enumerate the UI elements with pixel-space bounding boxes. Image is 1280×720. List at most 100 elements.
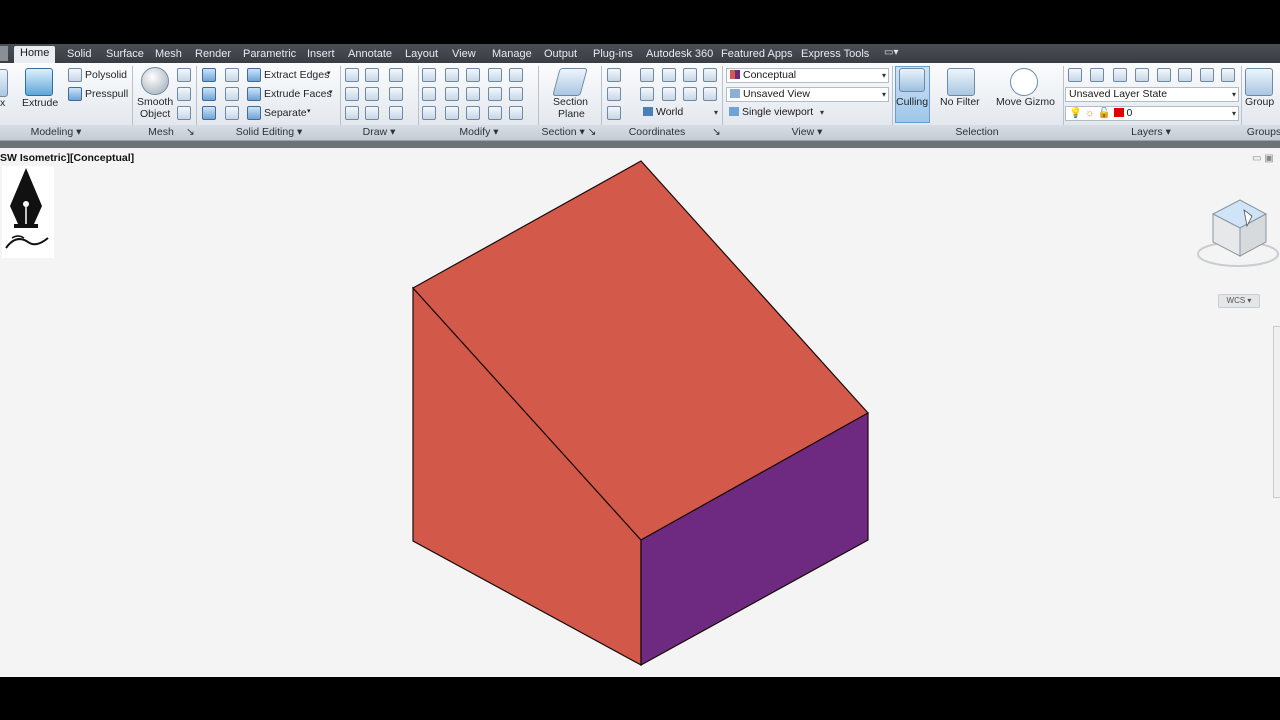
modify-tool-icon[interactable] — [488, 68, 502, 82]
smooth-object-label-2[interactable]: Object — [140, 108, 170, 120]
line-icon[interactable] — [365, 87, 379, 101]
mesh-tool-icon[interactable] — [177, 68, 191, 82]
solid-edit-icon[interactable] — [225, 87, 239, 101]
move-gizmo-icon[interactable] — [1010, 68, 1038, 96]
no-filter-label[interactable]: No Filter — [940, 96, 980, 108]
current-layer-select[interactable]: 💡 ☼ 🔓 0 ▾ — [1065, 106, 1239, 121]
ucs-tool-icon[interactable] — [640, 68, 654, 82]
panel-title-mesh[interactable]: Mesh — [146, 126, 176, 139]
union-icon[interactable] — [202, 68, 216, 82]
modify-tool-icon[interactable] — [422, 87, 436, 101]
panel-title-section[interactable]: Section ▾ ↘ — [540, 126, 598, 139]
panel-title-coordinates[interactable]: Coordinates — [626, 126, 688, 139]
line-icon[interactable] — [345, 87, 359, 101]
polyline-icon[interactable] — [345, 68, 359, 82]
ellipse-icon[interactable] — [389, 106, 403, 120]
modify-tool-icon[interactable] — [488, 87, 502, 101]
panel-title-solid-editing[interactable]: Solid Editing ▾ — [233, 126, 305, 139]
group-icon[interactable] — [1245, 68, 1273, 96]
box-icon[interactable] — [0, 69, 8, 97]
solid-edit-icon[interactable] — [225, 68, 239, 82]
tab-output[interactable]: Output — [538, 47, 583, 63]
array-icon[interactable] — [509, 106, 523, 120]
layer-tool-icon[interactable] — [1157, 68, 1171, 82]
visual-style-select[interactable]: Conceptual ▾ — [726, 68, 889, 83]
polysolid-icon[interactable] — [68, 68, 82, 82]
tab-annotate[interactable]: Annotate — [342, 47, 398, 63]
erase-icon[interactable] — [422, 106, 436, 120]
dropdown-arrow-icon[interactable]: ▾ — [307, 107, 311, 115]
wcs-menu-button[interactable]: WCS ▾ — [1218, 294, 1260, 308]
solid-edit-icon[interactable] — [225, 106, 239, 120]
rotate-icon[interactable] — [466, 87, 480, 101]
layer-tool-icon[interactable] — [1178, 68, 1192, 82]
tab-layout[interactable]: Layout — [399, 47, 444, 63]
tab-home[interactable]: Home — [14, 46, 56, 63]
layer-state-select[interactable]: Unsaved Layer State ▾ — [1065, 87, 1239, 102]
circle-icon[interactable] — [389, 87, 403, 101]
separate-icon[interactable] — [247, 106, 261, 120]
ucs-tool-icon[interactable] — [640, 87, 654, 101]
ucs-tool-icon[interactable] — [683, 68, 697, 82]
ucs-icon[interactable] — [607, 87, 621, 101]
tab-plug-ins[interactable]: Plug-ins — [587, 47, 639, 63]
navigation-bar-edge[interactable] — [1273, 326, 1280, 498]
app-menu-edge[interactable] — [0, 46, 8, 61]
smooth-object-icon[interactable] — [141, 67, 169, 95]
modify-tool-icon[interactable] — [445, 87, 459, 101]
layer-tool-icon[interactable] — [1221, 68, 1235, 82]
draw-tool-icon[interactable] — [365, 68, 379, 82]
separate-button[interactable]: Separate — [264, 107, 307, 119]
panel-title-draw[interactable]: Draw ▾ — [360, 126, 398, 139]
extract-edges-icon[interactable] — [247, 68, 261, 82]
saved-view-select[interactable]: Unsaved View ▾ — [726, 87, 889, 102]
tab-manage[interactable]: Manage — [486, 47, 538, 63]
move-gizmo-label[interactable]: Move Gizmo — [996, 96, 1055, 108]
viewport-window-controls[interactable]: ▭ ▣ — [1252, 153, 1274, 164]
layer-tool-icon[interactable] — [1090, 68, 1104, 82]
viewport-config-select[interactable]: Single viewport ▾ — [726, 106, 826, 121]
section-plane-label-1[interactable]: Section — [553, 96, 588, 108]
layer-tool-icon[interactable] — [1113, 68, 1127, 82]
tab-mesh[interactable]: Mesh — [149, 47, 188, 63]
ucs-tool-icon[interactable] — [703, 87, 717, 101]
extract-edges-button[interactable]: Extract Edges — [264, 69, 329, 81]
extrude-icon[interactable] — [25, 68, 53, 96]
extrude-faces-button[interactable]: Extrude Faces — [264, 88, 332, 100]
ribbon-minimize-icon[interactable]: ▭▾ — [884, 47, 898, 58]
tab-express-tools[interactable]: Express Tools — [795, 47, 875, 63]
tab-insert[interactable]: Insert — [301, 47, 341, 63]
no-filter-icon[interactable] — [947, 68, 975, 96]
extrude-label[interactable]: Extrude — [22, 97, 58, 109]
tab-surface[interactable]: Surface — [100, 47, 150, 63]
intersect-icon[interactable] — [202, 106, 216, 120]
dropdown-arrow-icon[interactable]: ▾ — [327, 69, 331, 77]
panel-title-modify[interactable]: Modify ▾ — [456, 126, 502, 139]
tab-render[interactable]: Render — [189, 47, 237, 63]
viewport-controls-label[interactable]: SW Isometric][Conceptual] — [0, 152, 134, 164]
group-label[interactable]: Group — [1245, 96, 1274, 108]
ucs-tool-icon[interactable] — [703, 68, 717, 82]
layer-tool-icon[interactable] — [1135, 68, 1149, 82]
fillet-icon[interactable] — [509, 87, 523, 101]
arc-icon[interactable] — [389, 68, 403, 82]
ucs-tool-icon[interactable] — [662, 87, 676, 101]
ucs-icon[interactable] — [607, 106, 621, 120]
section-plane-label-2[interactable]: Plane — [558, 108, 585, 120]
ucs-tool-icon[interactable] — [683, 87, 697, 101]
tab-solid[interactable]: Solid — [61, 47, 97, 63]
panel-title-selection[interactable]: Selection — [954, 126, 1000, 139]
ucs-icon[interactable] — [607, 68, 621, 82]
tab-view[interactable]: View — [446, 47, 482, 63]
panel-launcher-icon[interactable]: ↘ — [186, 126, 195, 139]
move-icon[interactable] — [466, 68, 480, 82]
modify-tool-icon[interactable] — [422, 68, 436, 82]
modify-tool-icon[interactable] — [466, 106, 480, 120]
panel-title-groups[interactable]: Groups — [1246, 126, 1280, 139]
ucs-combo[interactable]: World ▾ — [640, 106, 720, 121]
panel-launcher-icon[interactable]: ↘ — [712, 126, 721, 139]
presspull-button[interactable]: Presspull — [85, 88, 128, 100]
modify-tool-icon[interactable] — [445, 68, 459, 82]
polysolid-button[interactable]: Polysolid — [85, 69, 127, 81]
subtract-icon[interactable] — [202, 87, 216, 101]
